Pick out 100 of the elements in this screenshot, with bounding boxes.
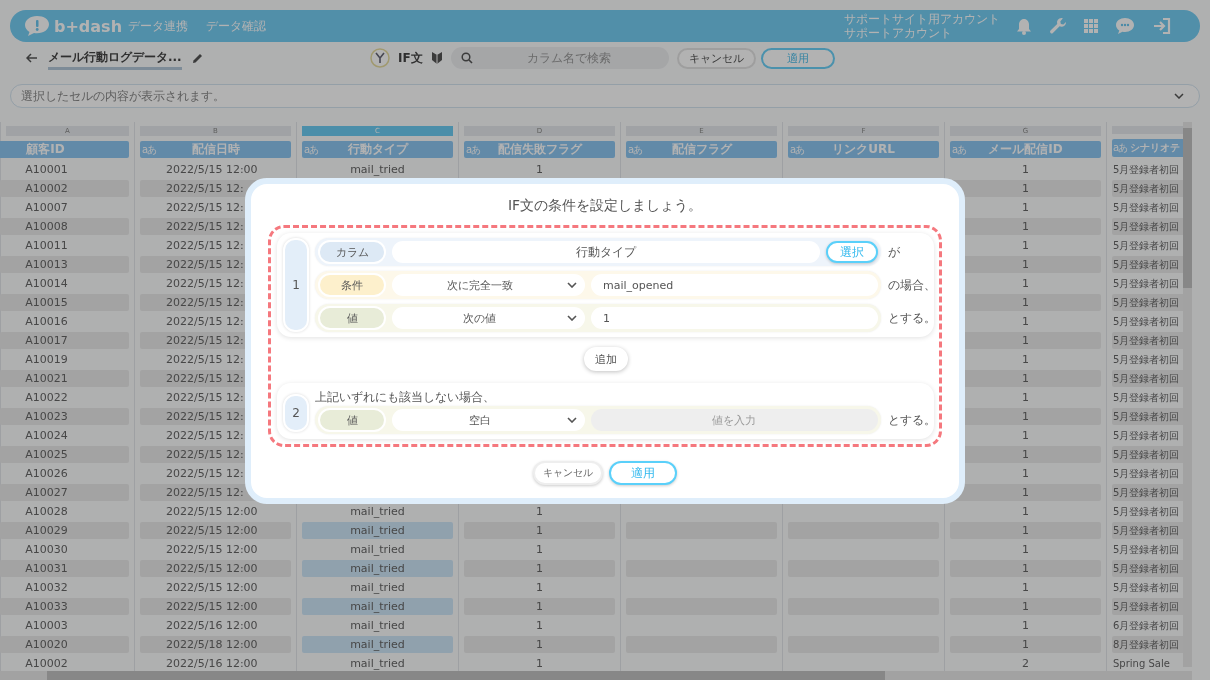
- bell-icon[interactable]: [1016, 17, 1032, 35]
- table-cell: 1: [464, 598, 615, 615]
- table-cell-text: A10003: [24, 618, 69, 634]
- column-header[interactable]: aあ リンクURL: [788, 141, 939, 158]
- row-label: 条件: [318, 273, 386, 297]
- table-cell-text: A10014: [24, 276, 69, 292]
- table-cell-text: 5月登録者初回: [1112, 581, 1181, 595]
- table-cell-text: 5月登録者初回: [1112, 467, 1181, 481]
- table-cell-text: 5月登録者初回: [1112, 239, 1181, 253]
- table-cell-text: 2022/5/15 12:: [165, 314, 245, 330]
- condition-number: 2: [283, 394, 309, 432]
- grid-icon[interactable]: [1084, 19, 1098, 33]
- table-cell-text: 5月登録者初回: [1112, 315, 1181, 329]
- table-cell-text: 5月登録者初回: [1112, 277, 1181, 291]
- column-header[interactable]: aあ 行動タイプ: [302, 141, 453, 158]
- table-cell-text: 2022/5/16 12:00: [165, 656, 259, 672]
- value-input[interactable]: mail_opened: [591, 274, 878, 296]
- table-cell-text: 2022/5/15 12:: [165, 466, 245, 482]
- cancel-button[interactable]: キャンセル: [533, 461, 603, 485]
- table-cell: A10031: [0, 560, 129, 577]
- row-suffix: が: [888, 243, 900, 261]
- type-label: aあ: [142, 142, 157, 157]
- table-cell-text: 1: [1021, 542, 1030, 558]
- chevron-down-icon: [567, 282, 577, 288]
- select-button[interactable]: 選択: [826, 241, 878, 263]
- leaf-mark-icon[interactable]: [430, 51, 443, 65]
- wrench-icon[interactable]: [1049, 17, 1067, 35]
- table-cell-text: 1: [535, 504, 544, 520]
- column-name: 配信失敗フラグ: [497, 141, 582, 158]
- table-cell-text: 1: [535, 162, 544, 178]
- apply-button[interactable]: 適用: [760, 47, 835, 69]
- table-cell-text: A10026: [24, 466, 69, 482]
- condition-number: 1: [283, 238, 309, 332]
- table-cell: 1: [464, 522, 615, 539]
- column-header[interactable]: aあ メール配信ID: [950, 141, 1101, 158]
- table-cell: 1: [464, 560, 615, 577]
- dropdown[interactable]: 次の値: [392, 307, 585, 329]
- dropdown[interactable]: 次に完全一致: [392, 274, 585, 296]
- table-cell-text: A10022: [24, 390, 69, 406]
- table-cell-text: 6月登録者初回: [1112, 619, 1181, 633]
- logo-text[interactable]: b+dash: [54, 16, 123, 36]
- type-label: aあ: [952, 142, 967, 157]
- table-cell-text: mail_tried: [349, 504, 406, 520]
- chat-icon[interactable]: [1115, 17, 1135, 35]
- column-header[interactable]: 顧客ID: [0, 141, 129, 158]
- table-cell-text: 2022/5/15 12:00: [165, 542, 259, 558]
- table-cell: A10013: [0, 256, 129, 273]
- add-button[interactable]: 追加: [583, 347, 628, 371]
- apply-button[interactable]: 適用: [609, 461, 677, 485]
- horizontal-scrollbar[interactable]: [0, 671, 1192, 680]
- table-cell-text: 2022/5/15 12:: [165, 238, 245, 254]
- chevron-down-icon: [567, 315, 577, 321]
- column-field[interactable]: 行動タイプ: [392, 241, 820, 263]
- table-cell-text: 2022/5/15 12:00: [165, 504, 259, 520]
- sign-in-icon[interactable]: [1152, 17, 1172, 35]
- table-cell-text: mail_tried: [349, 618, 406, 634]
- mode-label: IF文: [398, 49, 423, 67]
- value-input[interactable]: 1: [591, 307, 878, 329]
- table-cell-text: A10001: [24, 162, 69, 178]
- column-header[interactable]: aあ 配信日時: [140, 141, 291, 158]
- column-header[interactable]: aあ 配信フラグ: [626, 141, 777, 158]
- table-cell: A10017: [0, 332, 129, 349]
- row-suffix: とする。: [888, 411, 936, 429]
- table-cell-text: A10011: [24, 238, 69, 254]
- table-cell-text: 2022/5/15 12:: [165, 200, 245, 216]
- table-cell-text: 1: [1021, 200, 1030, 216]
- table-cell-text: A10016: [24, 314, 69, 330]
- table-cell: 1: [950, 522, 1101, 539]
- cell-content-field[interactable]: 選択したセルの内容が表示されます。: [10, 84, 1200, 108]
- account-name: サポートサイト用アカウント: [844, 12, 1001, 26]
- cancel-button[interactable]: キャンセル: [676, 47, 756, 69]
- table-cell-text: 1: [1021, 162, 1030, 178]
- table-cell-text: 5月登録者初回: [1112, 391, 1181, 405]
- back-arrow-icon[interactable]: [26, 53, 38, 63]
- table-cell-text: 2022/5/15 12:: [165, 390, 245, 406]
- chevron-down-icon: [567, 417, 577, 423]
- table-cell-text: mail_tried: [349, 580, 406, 596]
- column-name: メール配信ID: [988, 141, 1063, 158]
- table-cell-text: 1: [1021, 580, 1030, 596]
- table-cell-text: 2022/5/15 12:: [165, 428, 245, 444]
- table-cell-text: 1: [1021, 428, 1030, 444]
- table-cell-text: 1: [535, 580, 544, 596]
- nav-link[interactable]: データ連携: [128, 17, 188, 35]
- column-header[interactable]: aあ 配信失敗フラグ: [464, 141, 615, 158]
- nav-link[interactable]: データ確認: [206, 17, 266, 35]
- chevron-down-icon[interactable]: [1174, 93, 1184, 99]
- table-cell-text: A10002: [24, 656, 69, 672]
- table-cell-text: 2022/5/16 12:00: [165, 618, 259, 634]
- document-title[interactable]: メール行動ログデータ...: [48, 46, 182, 70]
- pencil-icon[interactable]: [191, 52, 203, 64]
- table-cell-text: 5月登録者初回: [1112, 353, 1181, 367]
- row-label: カラム: [318, 240, 386, 264]
- row-suffix: の場合、: [888, 276, 936, 294]
- column-name: 配信日時: [191, 141, 240, 158]
- table-cell: A10033: [0, 598, 129, 615]
- vertical-scrollbar[interactable]: [1183, 122, 1192, 667]
- type-label: aあ: [628, 142, 643, 157]
- row-label: 値: [318, 306, 386, 330]
- branch-icon[interactable]: [370, 48, 390, 68]
- account-name: サポートアカウント: [844, 26, 953, 40]
